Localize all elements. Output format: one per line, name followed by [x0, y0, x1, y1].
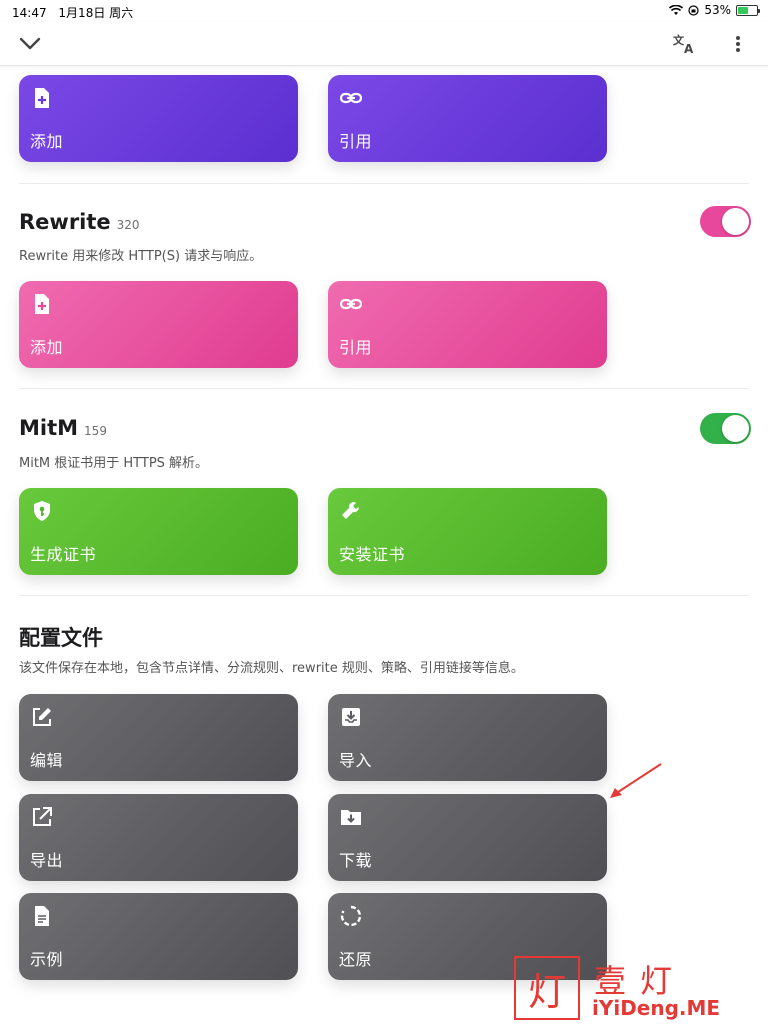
generate-certificate-label: 生成证书: [30, 545, 97, 564]
add-card-top[interactable]: 添加: [19, 75, 298, 162]
status-time: 14:47: [12, 6, 47, 20]
rewrite-title: Rewrite 320: [19, 210, 140, 234]
rewrite-description: Rewrite 用来修改 HTTP(S) 请求与响应。: [19, 249, 263, 264]
edit-label: 编辑: [30, 751, 64, 770]
mitm-description: MitM 根证书用于 HTTPS 解析。: [19, 456, 209, 471]
download-card[interactable]: 下载: [328, 794, 607, 881]
svg-text:A: A: [684, 42, 694, 55]
watermark-char: 灯: [514, 956, 580, 1020]
install-certificate-card[interactable]: 安装证书: [328, 488, 607, 575]
mitm-title-text: MitM: [19, 416, 79, 440]
reference-card-label: 引用: [339, 132, 373, 151]
rewrite-add-label: 添加: [30, 338, 64, 357]
add-card-label: 添加: [30, 132, 64, 151]
document-icon: [35, 906, 49, 926]
import-label: 导入: [339, 751, 373, 770]
file-add-icon: [35, 294, 49, 314]
wifi-icon: [669, 4, 684, 15]
battery-icon: [736, 4, 760, 16]
mitm-toggle[interactable]: [700, 413, 751, 444]
divider: [19, 595, 749, 596]
top-navbar: 文 A: [0, 22, 768, 66]
edit-card[interactable]: 编辑: [19, 694, 298, 781]
download-label: 下载: [339, 851, 373, 870]
export-card[interactable]: 导出: [19, 794, 298, 881]
file-add-icon: [35, 88, 49, 108]
import-card[interactable]: 导入: [328, 694, 607, 781]
install-certificate-label: 安装证书: [339, 545, 406, 564]
restore-label: 还原: [339, 950, 373, 969]
rewrite-toggle[interactable]: [700, 206, 751, 237]
more-vertical-icon[interactable]: [722, 28, 754, 60]
restore-icon: [340, 905, 362, 927]
status-bar: 14:47 1月18日 周六 53%: [0, 0, 768, 22]
mitm-count: 159: [84, 424, 107, 438]
reference-card-top[interactable]: 引用: [328, 75, 607, 162]
chevron-down-icon[interactable]: [14, 28, 46, 60]
battery-percent: 53%: [704, 3, 731, 17]
wrench-icon: [342, 501, 360, 519]
translate-icon[interactable]: 文 A: [668, 28, 700, 60]
watermark-sub: iYiDeng.ME: [592, 996, 721, 1020]
profile-title: 配置文件: [19, 626, 103, 650]
example-label: 示例: [30, 950, 64, 969]
export-label: 导出: [30, 851, 64, 870]
rewrite-reference-card[interactable]: 引用: [328, 281, 607, 368]
example-card[interactable]: 示例: [19, 893, 298, 980]
rewrite-add-card[interactable]: 添加: [19, 281, 298, 368]
profile-description: 该文件保存在本地，包含节点详情、分流规则、rewrite 规则、策略、引用链接等…: [19, 661, 524, 676]
mitm-title: MitM 159: [19, 416, 107, 440]
rewrite-count: 320: [116, 218, 140, 232]
folder-download-icon: [341, 810, 361, 825]
rewrite-title-text: Rewrite: [19, 210, 111, 234]
divider: [19, 183, 749, 184]
edit-icon: [33, 708, 51, 726]
rewrite-reference-label: 引用: [339, 338, 373, 357]
shield-key-icon: [34, 501, 50, 521]
link-icon: [340, 298, 362, 310]
annotation-arrow: [610, 763, 662, 798]
orientation-lock-icon: [688, 4, 699, 16]
watermark-logo: 灯 壹灯 iYiDeng.ME: [514, 956, 732, 1020]
link-icon: [340, 92, 362, 104]
generate-certificate-card[interactable]: 生成证书: [19, 488, 298, 575]
external-link-icon: [33, 807, 52, 826]
divider: [19, 388, 749, 389]
status-date: 1月18日 周六: [58, 6, 134, 20]
inbox-download-icon: [342, 708, 360, 726]
